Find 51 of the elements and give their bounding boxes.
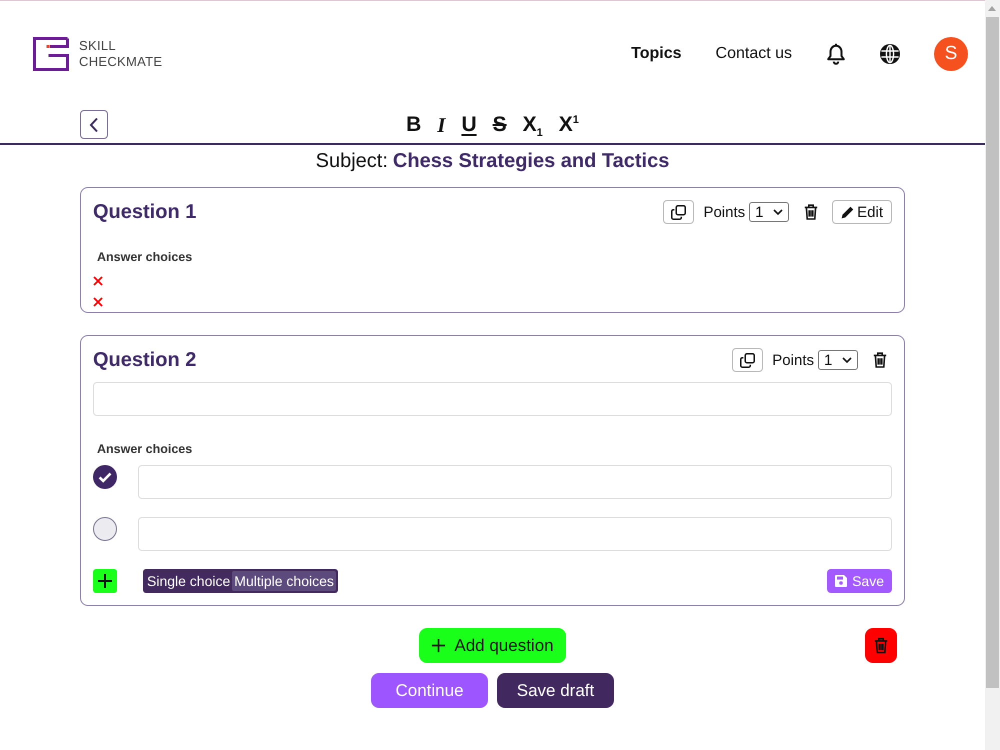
points-select[interactable]: 1 <box>818 350 858 370</box>
brand-name: SKILL CHECKMATE <box>79 38 162 70</box>
answer-choices-label: Answer choices <box>96 250 194 264</box>
strikethrough-button[interactable]: S <box>492 112 508 138</box>
points-select[interactable]: 1 <box>749 202 790 222</box>
plus-icon <box>97 572 113 588</box>
underline-button[interactable]: U <box>460 112 478 138</box>
subject-label: Subject: <box>316 150 388 172</box>
plus-icon <box>431 638 446 653</box>
trash-icon[interactable] <box>873 352 887 368</box>
globe-icon[interactable] <box>880 44 900 64</box>
question-title: Question 2 <box>93 348 196 372</box>
add-question-button[interactable]: Add question <box>419 628 566 663</box>
points-label: Points <box>772 352 814 368</box>
save-button[interactable]: Save <box>827 568 892 592</box>
copy-icon <box>740 352 756 368</box>
logo-icon[interactable] <box>33 36 69 70</box>
radio-button[interactable] <box>93 517 117 541</box>
answer-field[interactable] <box>138 517 892 551</box>
radio-button[interactable] <box>93 465 117 489</box>
nav-link[interactable]: Contact us <box>716 44 792 62</box>
duplicate-button[interactable] <box>732 348 764 372</box>
duplicate-button[interactable] <box>663 200 694 224</box>
delete-button[interactable] <box>865 628 897 663</box>
continue-button[interactable]: Continue <box>371 673 488 708</box>
subscript-button[interactable]: X$_{1}$ <box>522 112 544 138</box>
chevron-left-icon <box>89 116 99 132</box>
pencil-icon <box>841 206 854 218</box>
add-choice-button[interactable] <box>93 568 117 592</box>
answer-field[interactable] <box>138 465 892 499</box>
choice-type-option[interactable]: Multiple choices <box>232 570 336 590</box>
question-text-field[interactable] <box>93 382 892 416</box>
back-button[interactable] <box>80 110 108 139</box>
chevron-down-icon <box>842 357 852 363</box>
question-title: Question 1 <box>93 200 196 224</box>
trash-icon[interactable] <box>804 204 818 220</box>
subject-title: Chess Strategies and Tactics <box>392 150 670 172</box>
nav-link[interactable]: Topics <box>631 44 682 62</box>
points-label: Points <box>703 204 746 220</box>
answer-choices-label: Answer choices <box>96 442 194 456</box>
superscript-button[interactable]: X$^{1}$ <box>558 112 580 138</box>
copy-icon <box>671 204 686 220</box>
save-draft-button[interactable]: Save draft <box>497 673 614 708</box>
italic-button[interactable]: I <box>436 112 446 138</box>
chevron-down-icon <box>773 209 784 215</box>
choice-type-option[interactable]: Single choice <box>145 570 232 590</box>
trash-icon <box>874 637 888 654</box>
edit-button[interactable]: Edit <box>832 200 892 224</box>
bold-button[interactable]: B <box>405 112 422 138</box>
scrollbar-thumb[interactable] <box>986 17 999 688</box>
bell-icon[interactable] <box>826 42 846 64</box>
